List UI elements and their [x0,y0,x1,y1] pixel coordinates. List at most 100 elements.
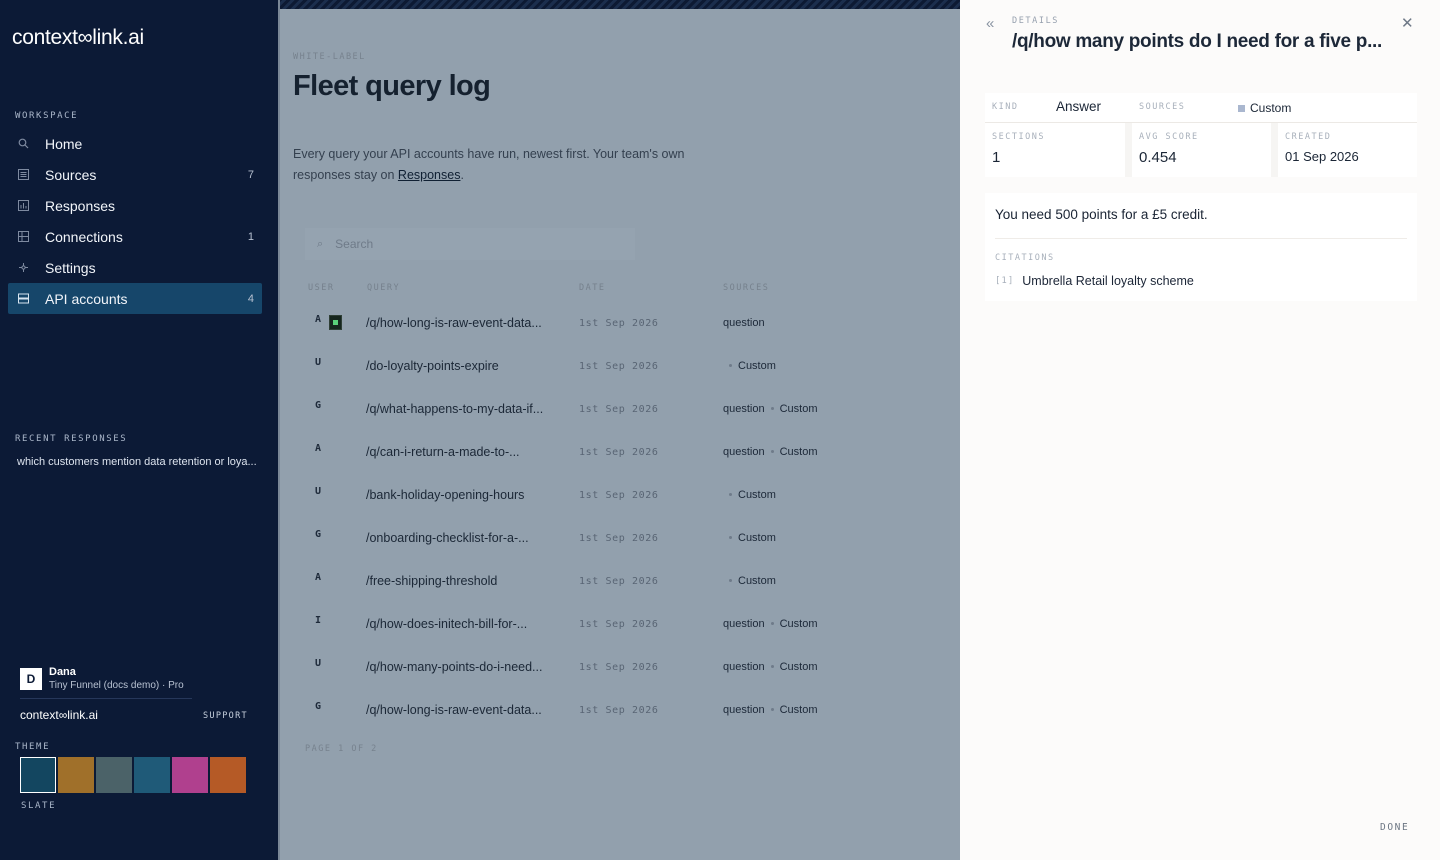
separator-dot [770,622,774,625]
sidebar-item-responses[interactable]: Responses [8,190,262,221]
server-icon [16,292,30,306]
theme-name: SLATE [21,801,57,811]
separator-dot [770,665,774,668]
divider [995,238,1407,239]
pagination: PAGE 1 OF 2 [305,744,378,754]
citations-label: CITATIONS [995,253,1055,263]
sidebar-item-connections[interactable]: Connections 1 [8,221,262,252]
list-icon [16,168,30,182]
user-name: Dana [49,666,76,678]
sidebar: context∞link.ai WORKSPACE Home Sources 7… [0,0,278,860]
source-chip[interactable]: Custom [1238,101,1291,115]
table-row[interactable]: I/q/how-does-initech-bill-for-... 1st Sep… [306,603,946,646]
app-logo[interactable]: context∞link.ai [12,26,144,50]
table-row[interactable]: U/bank-holiday-opening-hours 1st Sep 2026… [306,474,946,517]
created-label: CREATED [1285,132,1332,142]
divider [20,698,192,699]
theme-swatch[interactable] [210,757,246,793]
sidebar-item-label: API accounts [45,290,128,307]
search-icon [16,137,30,151]
theme-swatch[interactable] [134,757,170,793]
sidebar-item-label: Sources [45,166,97,183]
theme-swatch[interactable] [96,757,132,793]
source-tag: Custom [738,532,776,544]
search-input[interactable]: ⌕ Search [305,228,635,260]
recent-response-item[interactable]: which customers mention data retention o… [17,456,257,468]
user-initial: U [314,658,322,669]
sidebar-item-api-accounts[interactable]: API accounts 4 [8,283,262,314]
sidebar-item-home[interactable]: Home [8,128,262,159]
page-description: Every query your API accounts have run, … [293,144,713,186]
footer-logo: context∞link.ai [20,708,98,722]
sources-label: SOURCES [1139,102,1186,112]
user-account[interactable]: D Dana Tiny Funnel (docs demo) · Pro [20,666,184,691]
source-tag: Custom [779,403,818,415]
table-row[interactable]: U/q/how-many-points-do-i-need... 1st Sep … [306,646,946,689]
user-initial: G [314,529,322,540]
done-button[interactable]: DONE [1380,822,1409,833]
close-icon[interactable]: ✕ [1401,14,1414,32]
avg-score-cell: AVG SCORE 0.454 [1132,123,1271,177]
table-row[interactable]: A/q/can-i-return-a-made-to-... 1st Sep 20… [306,431,946,474]
sources-value: Custom [1250,101,1292,115]
user-initial: G [314,400,322,411]
sidebar-item-label: Connections [45,228,123,245]
source-tags: question Custom [723,618,818,630]
source-tag: question [723,704,765,716]
query-text: /bank-holiday-opening-hours [366,488,525,502]
sections-cell: SECTIONS 1 [985,123,1125,177]
citation-item[interactable]: [1] Umbrella Retail loyalty scheme [995,274,1194,288]
query-text: /q/how-does-initech-bill-for-... [366,617,528,631]
gear-icon [16,261,30,275]
table-row[interactable]: U/do-loyalty-points-expire 1st Sep 2026 Cu… [306,345,946,388]
query-text: /q/how-long-is-raw-event-data... [366,703,542,717]
table-row[interactable]: A/q/how-long-is-raw-event-data... 1st Sep… [306,302,946,345]
sidebar-item-sources[interactable]: Sources 7 [8,159,262,190]
user-initial: U [314,486,322,497]
sidebar-item-label: Settings [45,259,96,276]
source-tag: question [723,317,765,329]
column-header-sources: SOURCES [723,283,770,293]
source-tags: question Custom [723,446,818,458]
created-cell: CREATED 01 Sep 2026 [1278,123,1417,177]
source-tags: Custom [723,532,776,544]
source-tags: question [723,317,765,329]
search-icon: ⌕ [317,237,324,250]
kind-label: KIND [992,102,1019,112]
theme-swatch[interactable] [58,757,94,793]
main-content: WHITE-LABEL Fleet query log Every query … [278,0,960,860]
sidebar-item-count: 4 [247,292,254,305]
source-tag: question [723,446,765,458]
answer-text: You need 500 points for a £5 credit. [995,207,1208,222]
support-link[interactable]: SUPPORT [203,711,248,721]
source-tag: Custom [779,704,818,716]
collapse-icon[interactable]: « [986,15,994,32]
query-date: 1st Sep 2026 [579,447,659,458]
search-placeholder: Search [335,237,374,251]
user-initial: A [314,572,322,583]
column-header-user: USER [308,283,335,293]
theme-swatch[interactable] [172,757,208,793]
query-table: A/q/how-long-is-raw-event-data... 1st Sep… [306,302,946,732]
table-row[interactable]: G/q/how-long-is-raw-event-data... 1st Sep… [306,689,946,732]
query-date: 1st Sep 2026 [579,318,659,329]
table-row[interactable]: A/free-shipping-threshold 1st Sep 2026 Cus… [306,560,946,603]
details-title: /q/how many points do I need for a five … [1012,31,1383,52]
table-row[interactable]: G/q/what-happens-to-my-data-if... 1st Sep… [306,388,946,431]
responses-link[interactable]: Responses [398,168,461,182]
cursor-icon [329,315,342,330]
source-tags: question Custom [723,704,818,716]
source-tag: Custom [779,618,818,630]
details-panel: « DETAILS /q/how many points do I need f… [960,0,1440,860]
chart-icon [16,199,30,213]
theme-swatch[interactable] [20,757,56,793]
avg-score-value: 0.454 [1139,149,1177,166]
source-icon [1238,104,1245,112]
query-text: /q/what-happens-to-my-data-if... [366,402,544,416]
sidebar-item-settings[interactable]: Settings [8,252,262,283]
overlay-band [278,0,960,9]
table-row[interactable]: G/onboarding-checklist-for-a-... 1st Sep … [306,517,946,560]
query-date: 1st Sep 2026 [579,361,659,372]
separator-dot [770,407,774,410]
description-text: Every query your API accounts have run, … [293,147,685,182]
